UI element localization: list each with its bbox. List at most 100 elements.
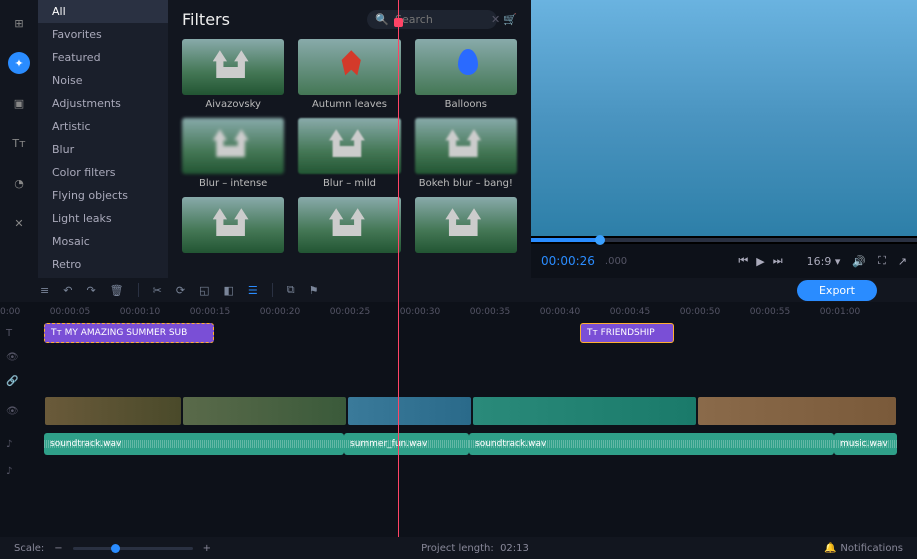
time-ruler[interactable]: 00:00:0000:00:0500:00:1000:00:1500:00:20… bbox=[0, 302, 917, 322]
category-item[interactable]: Mosaic bbox=[38, 230, 168, 253]
add-media-icon[interactable]: ⊞ bbox=[8, 12, 30, 34]
rotate-icon[interactable]: ⟳ bbox=[176, 284, 185, 297]
filter-item[interactable] bbox=[298, 197, 400, 257]
category-item[interactable]: Featured bbox=[38, 46, 168, 69]
zoom-slider[interactable] bbox=[73, 547, 193, 550]
video-clip[interactable] bbox=[182, 396, 347, 426]
record-icon[interactable]: ⧉ bbox=[287, 283, 295, 297]
title-clip[interactable]: Tᴛ FRIENDSHIP bbox=[580, 323, 674, 343]
title-track[interactable]: T Tᴛ MY AMAZING SUMMER SUB Tᴛ FRIENDSHIP bbox=[44, 322, 917, 344]
filter-item[interactable]: Bokeh blur – bang! bbox=[415, 118, 517, 189]
category-item[interactable]: Retro bbox=[38, 253, 168, 276]
category-item[interactable]: Light leaks bbox=[38, 207, 168, 230]
stickers-icon[interactable]: ◔ bbox=[8, 172, 30, 194]
zoom-in-icon[interactable]: + bbox=[203, 543, 211, 554]
filter-item[interactable]: Balloons bbox=[415, 39, 517, 110]
filter-thumbnail bbox=[298, 197, 400, 253]
filter-item[interactable]: Autumn leaves bbox=[298, 39, 400, 110]
timeline: 00:00:0000:00:0500:00:1000:00:1500:00:20… bbox=[0, 302, 917, 537]
transitions-icon[interactable]: ▣ bbox=[8, 92, 30, 114]
filter-label: Bokeh blur – bang! bbox=[415, 178, 517, 189]
filter-item[interactable]: Aivazovsky bbox=[182, 39, 284, 110]
playhead[interactable] bbox=[398, 302, 399, 537]
popout-icon[interactable]: ↗ bbox=[898, 255, 907, 268]
ruler-mark: 00:00:00 bbox=[0, 307, 20, 317]
redo-icon[interactable]: ↷ bbox=[86, 284, 95, 297]
category-item[interactable]: Color filters bbox=[38, 161, 168, 184]
play-icon[interactable]: ▶ bbox=[756, 255, 764, 268]
zoom-out-icon[interactable]: − bbox=[54, 543, 62, 554]
search-input[interactable] bbox=[395, 13, 485, 26]
fullscreen-icon[interactable]: ⛶ bbox=[878, 254, 886, 268]
export-button[interactable]: Export bbox=[797, 280, 877, 301]
filter-label: Autumn leaves bbox=[298, 99, 400, 110]
cart-icon[interactable]: 🛒 bbox=[503, 13, 517, 26]
notifications-button[interactable]: 🔔 Notifications bbox=[824, 543, 903, 554]
filter-item[interactable]: Blur – intense bbox=[182, 118, 284, 189]
crop-icon[interactable]: ◱ bbox=[199, 284, 209, 297]
next-frame-icon[interactable]: ⏭ bbox=[773, 254, 783, 268]
preview-video[interactable] bbox=[531, 0, 917, 236]
zoom-knob[interactable] bbox=[111, 544, 120, 553]
prev-frame-icon[interactable]: ⏮ bbox=[738, 254, 748, 268]
audio-track-1[interactable]: ♪ soundtrack.wav summer_fun.wav soundtra… bbox=[44, 430, 917, 458]
video-clip[interactable] bbox=[347, 396, 472, 426]
volume-icon[interactable]: 🔊 bbox=[852, 255, 866, 268]
filter-thumbnail bbox=[415, 39, 517, 95]
audio-clip[interactable]: soundtrack.wav bbox=[44, 433, 344, 455]
clip-properties-icon[interactable]: ☰ bbox=[248, 284, 258, 297]
filter-thumbnail bbox=[182, 118, 284, 174]
video-track-icon: 👁 bbox=[6, 406, 19, 417]
filter-item[interactable]: Blur – mild bbox=[298, 118, 400, 189]
title-track-icon: T bbox=[6, 328, 12, 339]
clear-search-icon[interactable]: ✕ bbox=[491, 13, 500, 26]
linked-audio-track[interactable]: 🔗 bbox=[44, 370, 917, 392]
filter-label: Balloons bbox=[415, 99, 517, 110]
search-box[interactable]: 🔍 ✕ bbox=[367, 10, 497, 29]
ruler-mark: 00:00:35 bbox=[470, 307, 510, 317]
category-item[interactable]: Artistic bbox=[38, 115, 168, 138]
filters-panel: Filters 🔍 ✕ 🛒 Aivazovsky Autumn leaves Bal… bbox=[168, 0, 531, 278]
filter-thumbnail bbox=[182, 39, 284, 95]
filters-title: Filters bbox=[182, 10, 230, 29]
overlay-track[interactable]: 👁 bbox=[44, 346, 917, 368]
scale-label: Scale: bbox=[14, 543, 44, 554]
category-item[interactable]: Blur bbox=[38, 138, 168, 161]
category-item[interactable]: Adjustments bbox=[38, 92, 168, 115]
audio-clip[interactable]: summer_fun.wav bbox=[344, 433, 469, 455]
video-track[interactable]: 👁 bbox=[44, 394, 917, 428]
more-tools-icon[interactable]: ✕ bbox=[8, 212, 30, 234]
undo-icon[interactable]: ↶ bbox=[63, 284, 72, 297]
filters-icon[interactable]: ✦ bbox=[8, 52, 30, 74]
cut-icon[interactable]: ✂ bbox=[153, 284, 162, 297]
filter-item[interactable] bbox=[182, 197, 284, 257]
category-item[interactable]: Noise bbox=[38, 69, 168, 92]
category-item[interactable]: All bbox=[38, 0, 168, 23]
filter-item[interactable] bbox=[415, 197, 517, 257]
audio-clip[interactable]: soundtrack.wav bbox=[469, 433, 834, 455]
audio-track-2[interactable]: ♪ bbox=[44, 460, 917, 482]
color-adjust-icon[interactable]: ◧ bbox=[223, 284, 233, 297]
filter-thumbnail bbox=[298, 39, 400, 95]
audio-clip[interactable]: music.wav bbox=[834, 433, 897, 455]
ruler-mark: 00:00:20 bbox=[260, 307, 300, 317]
status-bar: Scale: − + Project length: 02:13 🔔 Notif… bbox=[0, 537, 917, 559]
timeline-toolbar: ≡ ↶ ↷ 🗑 ✂ ⟳ ◱ ◧ ☰ ⧉ ⚑ Export bbox=[0, 278, 917, 302]
video-clip[interactable] bbox=[697, 396, 897, 426]
category-item[interactable]: Flying objects bbox=[38, 184, 168, 207]
video-clip[interactable] bbox=[44, 396, 182, 426]
audio-track-icon: ♪ bbox=[6, 439, 12, 450]
project-length: Project length: 02:13 bbox=[421, 543, 529, 554]
linked-audio-icon: 🔗 bbox=[6, 376, 18, 387]
delete-icon[interactable]: 🗑 bbox=[110, 284, 124, 297]
scrubber-knob[interactable] bbox=[595, 235, 605, 245]
title-clip[interactable]: Tᴛ MY AMAZING SUMMER SUB bbox=[44, 323, 214, 343]
preview-scrubber[interactable] bbox=[531, 238, 917, 242]
preview-panel: 00:00:26.000 ⏮ ▶ ⏭ 16:9 ▾ 🔊 ⛶ ↗ bbox=[531, 0, 917, 278]
track-options-icon[interactable]: ≡ bbox=[40, 284, 49, 297]
video-clip[interactable] bbox=[472, 396, 697, 426]
marker-icon[interactable]: ⚑ bbox=[309, 284, 319, 297]
category-item[interactable]: Favorites bbox=[38, 23, 168, 46]
titles-icon[interactable]: Tᴛ bbox=[8, 132, 30, 154]
aspect-ratio[interactable]: 16:9 ▾ bbox=[807, 255, 841, 268]
